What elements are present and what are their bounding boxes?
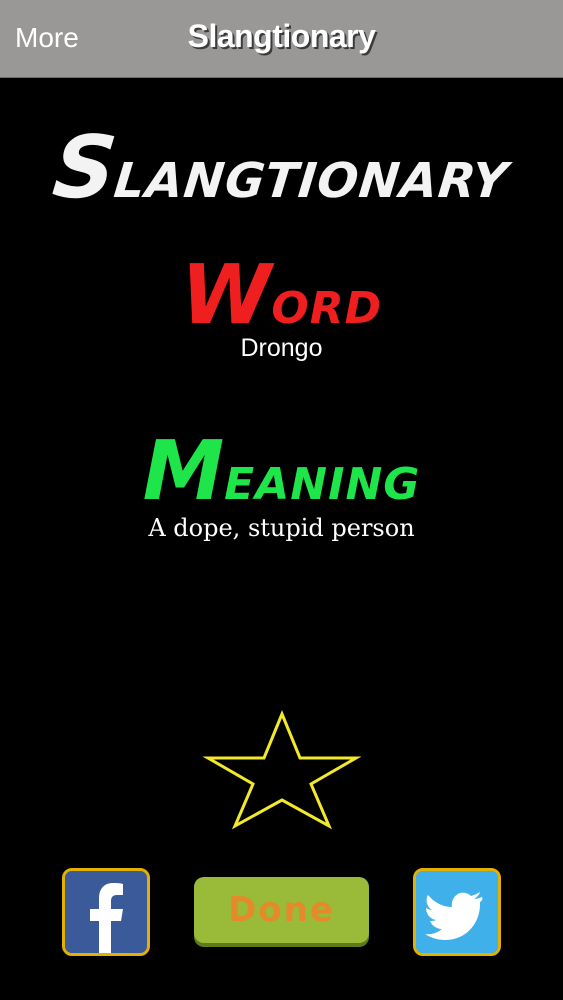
meaning-heading-first: M (142, 424, 225, 519)
logo-first-letter: S (48, 118, 121, 218)
word-heading-rest: ORD (271, 283, 383, 334)
meaning-heading: MEANING (0, 424, 563, 519)
meaning-value: A dope, stupid person (148, 514, 415, 542)
twitter-icon (416, 871, 498, 953)
word-heading: WORD (0, 248, 563, 343)
word-heading-first: W (180, 248, 272, 343)
logo-rest: LANGTIONARY (111, 153, 511, 209)
done-button[interactable]: Done (194, 877, 369, 943)
twitter-share-button[interactable] (413, 868, 501, 956)
favorite-star-icon[interactable] (202, 710, 362, 830)
nav-bar: More Slangtionary (0, 0, 563, 78)
meaning-heading-rest: EANING (224, 459, 421, 510)
app-logo: SLANGTIONARY (0, 118, 563, 218)
word-value: Drongo (240, 334, 323, 362)
facebook-icon (65, 871, 147, 953)
nav-title: Slangtionary (187, 18, 376, 54)
screen: More Slangtionary SLANGTIONARY WORD Dron… (0, 0, 563, 1000)
facebook-share-button[interactable] (62, 868, 150, 956)
